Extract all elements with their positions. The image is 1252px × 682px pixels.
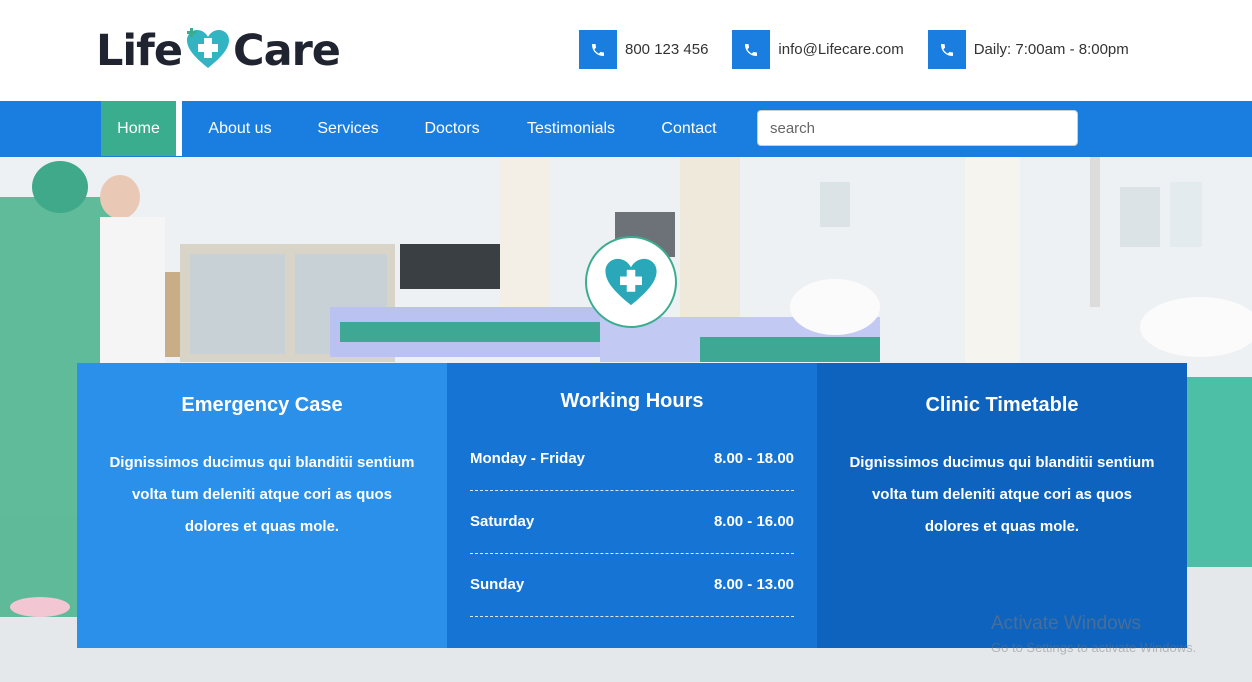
working-hours-box: Working Hours Monday - Friday 8.00 - 18.…	[447, 363, 817, 648]
clinic-timetable-box: Clinic Timetable Dignissimos ducimus qui…	[817, 363, 1187, 648]
contact-email-text: info@Lifecare.com	[778, 41, 904, 58]
contact-email[interactable]: info@Lifecare.com	[732, 30, 904, 69]
emergency-case-box: Emergency Case Dignissimos ducimus qui b…	[77, 363, 447, 648]
heart-cross-icon	[605, 258, 657, 306]
hours-row: Saturday 8.00 - 16.00	[470, 513, 794, 554]
contact-phone[interactable]: 800 123 456	[579, 30, 708, 69]
clinic-timetable-title: Clinic Timetable	[925, 394, 1079, 416]
search-input[interactable]	[757, 110, 1078, 146]
emergency-case-title: Emergency Case	[181, 394, 343, 416]
phone-icon	[927, 30, 966, 69]
nav-item-home[interactable]: Home	[101, 101, 182, 156]
hours-day: Sunday	[470, 576, 525, 593]
site-header: Life Care 800 123 456 info@Lifecare.com	[0, 0, 1252, 101]
phone-icon	[579, 30, 617, 69]
hours-day: Monday - Friday	[470, 450, 586, 467]
nav-item-testimonials[interactable]: Testimonials	[512, 101, 630, 157]
working-hours-title: Working Hours	[560, 390, 704, 412]
contact-hours-text: Daily: 7:00am - 8:00pm	[973, 41, 1129, 58]
hours-row: Sunday 8.00 - 13.00	[470, 576, 794, 617]
hours-time: 8.00 - 18.00	[713, 450, 794, 467]
contact-bar: 800 123 456 info@Lifecare.com Daily: 7:0…	[579, 30, 1153, 69]
emergency-case-text: Dignissimos ducimus qui blanditii sentiu…	[109, 454, 415, 535]
phone-icon	[732, 30, 771, 69]
hours-time: 8.00 - 13.00	[713, 576, 794, 593]
clinic-timetable-text: Dignissimos ducimus qui blanditii sentiu…	[849, 454, 1155, 535]
nav-item-doctors[interactable]: Doctors	[408, 101, 496, 157]
heart-cross-icon	[187, 28, 230, 68]
activate-windows-watermark: Activate Windows	[991, 613, 1141, 634]
hours-day: Saturday	[470, 513, 535, 530]
contact-hours: Daily: 7:00am - 8:00pm	[927, 30, 1129, 69]
contact-phone-text: 800 123 456	[625, 41, 709, 58]
activate-windows-subtitle: Go to Settings to activate Windows.	[991, 640, 1197, 655]
nav-item-services[interactable]: Services	[304, 101, 392, 157]
hours-time: 8.00 - 16.00	[713, 513, 794, 530]
nav-item-about[interactable]: About us	[192, 101, 288, 157]
logo-text-care: Care	[233, 26, 341, 76]
hours-row: Monday - Friday 8.00 - 18.00	[470, 450, 794, 491]
medical-badge	[585, 236, 677, 328]
site-logo[interactable]: Life Care	[96, 26, 341, 76]
nav-item-contact[interactable]: Contact	[646, 101, 732, 157]
main-nav: Home About us Services Doctors Testimoni…	[0, 101, 1252, 157]
logo-text-life: Life	[96, 26, 183, 76]
